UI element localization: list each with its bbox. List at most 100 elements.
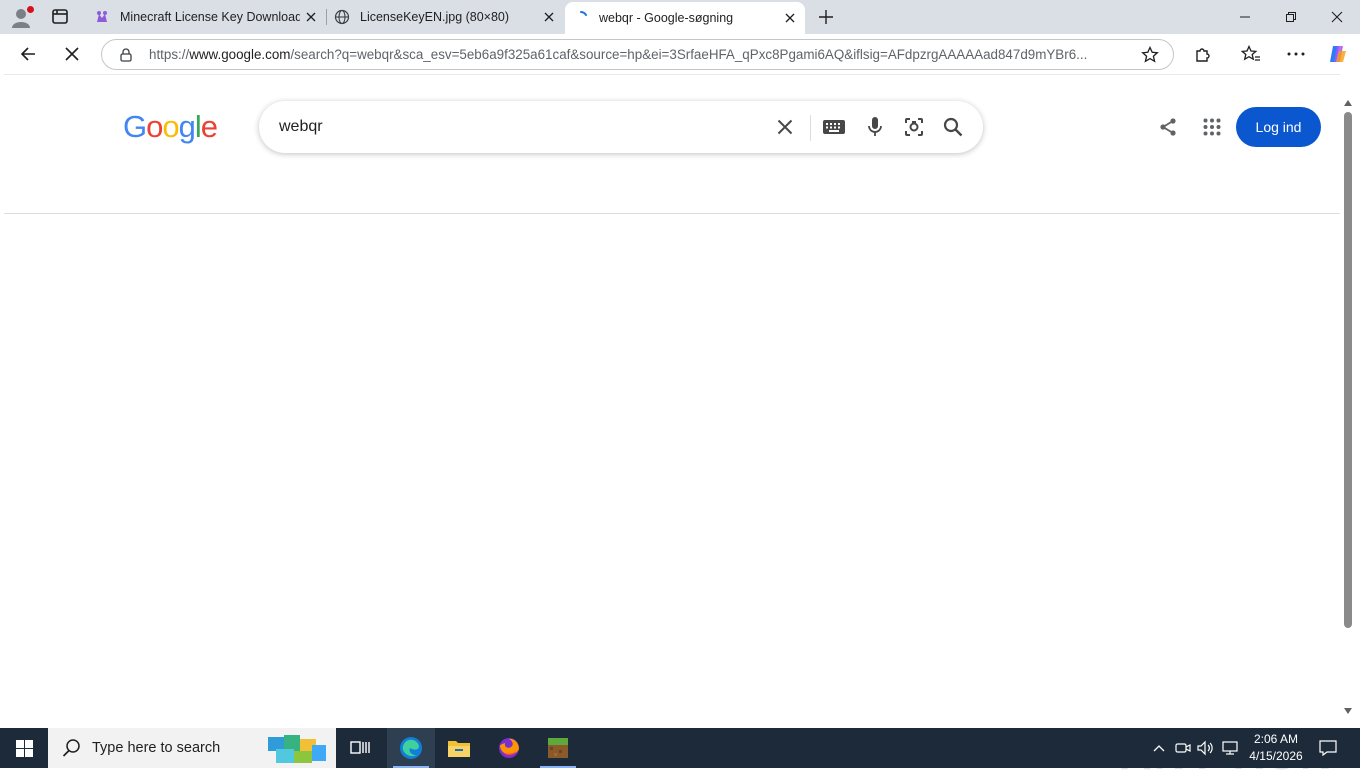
logo-letter: g <box>178 109 196 144</box>
task-view-icon <box>350 741 370 754</box>
new-tab-button[interactable] <box>813 5 839 29</box>
network-icon <box>1222 741 1238 755</box>
search-box <box>259 101 983 153</box>
minecraft-grass-block-icon <box>548 738 568 758</box>
volume-button[interactable] <box>1197 739 1215 757</box>
share-icon <box>1160 118 1176 136</box>
close-icon <box>777 119 793 135</box>
search-highlight-puzzle-icon <box>268 735 326 763</box>
plus-icon <box>819 10 833 24</box>
tab-title: webqr - Google-søgning <box>599 11 734 25</box>
copilot-button[interactable] <box>1323 40 1353 68</box>
tab-licensekey-image[interactable]: LicenseKeyEN.jpg (80×80) <box>326 0 564 34</box>
google-search-page: Google Log ind ANY RUN <box>4 74 1356 779</box>
logo-letter: o <box>162 109 179 144</box>
stop-loading-button[interactable] <box>57 40 87 68</box>
back-button[interactable] <box>13 40 43 68</box>
keyboard-icon <box>823 120 845 134</box>
puzzle-piece-icon <box>1196 48 1210 62</box>
close-icon <box>306 12 316 22</box>
folder-icon <box>448 741 470 757</box>
close-icon <box>785 13 795 23</box>
more-dots-icon <box>1287 52 1305 56</box>
notification-bubble-icon <box>1319 740 1337 756</box>
logo-letter: e <box>200 109 218 144</box>
edge-icon <box>400 737 422 759</box>
search-icon <box>62 739 80 757</box>
add-favorite-star-icon[interactable] <box>1141 46 1159 64</box>
favorites-star-icon <box>1241 45 1260 61</box>
notification-dot <box>27 6 34 13</box>
restore-icon <box>1286 12 1296 22</box>
virtual-keyboard-button[interactable] <box>822 115 846 139</box>
close-icon <box>65 47 79 61</box>
tab-strip: Minecraft License Key Download LicenseKe… <box>0 0 1360 34</box>
chevron-up-icon <box>1153 745 1165 752</box>
loading-icon <box>573 10 589 26</box>
share-button[interactable] <box>1156 115 1180 139</box>
search-icon <box>943 117 963 137</box>
voice-search-button[interactable] <box>863 115 887 139</box>
search-submit-button[interactable] <box>941 115 965 139</box>
copilot-icon <box>1330 46 1346 62</box>
favorites-button[interactable] <box>1236 40 1266 68</box>
camera-icon <box>1175 743 1191 753</box>
camera-lens-icon <box>905 118 923 136</box>
taskbar-clock[interactable]: 2:06 AM 4/15/2026 <box>1244 731 1308 765</box>
lens-search-button[interactable] <box>902 115 926 139</box>
settings-more-button[interactable] <box>1281 40 1311 68</box>
tab-close-button[interactable] <box>779 7 801 29</box>
login-button[interactable]: Log ind <box>1236 107 1321 147</box>
windows-logo-icon <box>15 739 33 757</box>
taskbar-search-box[interactable]: Type here to search <box>48 728 336 768</box>
tab-actions-icon <box>52 9 68 24</box>
restore-button[interactable] <box>1268 0 1314 34</box>
close-window-button[interactable] <box>1314 0 1360 34</box>
profile-avatar[interactable] <box>9 5 35 29</box>
globe-icon <box>334 9 350 25</box>
network-button[interactable] <box>1221 739 1239 757</box>
close-icon <box>544 12 554 22</box>
taskbar-file-explorer[interactable] <box>435 728 483 768</box>
google-logo[interactable]: Google <box>123 109 218 145</box>
extensions-button[interactable] <box>1188 40 1218 68</box>
taskbar-search-placeholder: Type here to search <box>92 740 221 756</box>
tab-close-button[interactable] <box>300 6 322 28</box>
taskbar-firefox[interactable] <box>485 728 533 768</box>
url-text: https://www.google.com/search?q=webqr&sc… <box>149 47 1088 62</box>
start-button[interactable] <box>0 728 48 768</box>
minimize-button[interactable] <box>1222 0 1268 34</box>
clear-search-button[interactable] <box>773 115 797 139</box>
arrow-left-icon <box>20 47 35 61</box>
clock-date: 4/15/2026 <box>1249 749 1303 763</box>
tab-google-search[interactable]: webqr - Google-søgning <box>565 2 805 34</box>
task-view-button[interactable] <box>336 728 384 768</box>
pawn-icon <box>94 9 110 25</box>
search-input[interactable] <box>279 115 759 139</box>
scrollbar-thumb[interactable] <box>1344 112 1352 628</box>
meet-now-button[interactable] <box>1174 739 1192 757</box>
chevron-up-icon <box>1344 100 1352 106</box>
google-apps-button[interactable] <box>1200 115 1224 139</box>
firefox-icon <box>499 738 519 758</box>
header-divider <box>4 213 1342 214</box>
chevron-down-icon <box>1344 708 1352 714</box>
microphone-icon <box>868 117 882 136</box>
show-hidden-icons-button[interactable] <box>1150 739 1168 757</box>
scroll-down-button[interactable] <box>1342 705 1354 717</box>
tab-minecraft[interactable]: Minecraft License Key Download <box>86 0 326 34</box>
url-host: www.google.com <box>189 47 291 62</box>
clock-time: 2:06 AM <box>1253 732 1299 746</box>
scroll-up-button[interactable] <box>1342 97 1354 109</box>
windows-taskbar: Type here to search 2:06 AM 4/15/2026 <box>0 728 1360 768</box>
speaker-icon <box>1197 740 1213 756</box>
search-divider <box>810 115 811 141</box>
taskbar-edge[interactable] <box>387 728 435 768</box>
minimize-icon <box>1240 16 1250 18</box>
site-info-icon[interactable] <box>118 47 134 63</box>
tab-close-button[interactable] <box>538 6 560 28</box>
notifications-button[interactable] <box>1319 739 1337 757</box>
taskbar-minecraft[interactable] <box>534 728 582 768</box>
tab-actions-button[interactable] <box>48 7 72 27</box>
address-bar[interactable]: https://www.google.com/search?q=webqr&sc… <box>101 39 1174 70</box>
